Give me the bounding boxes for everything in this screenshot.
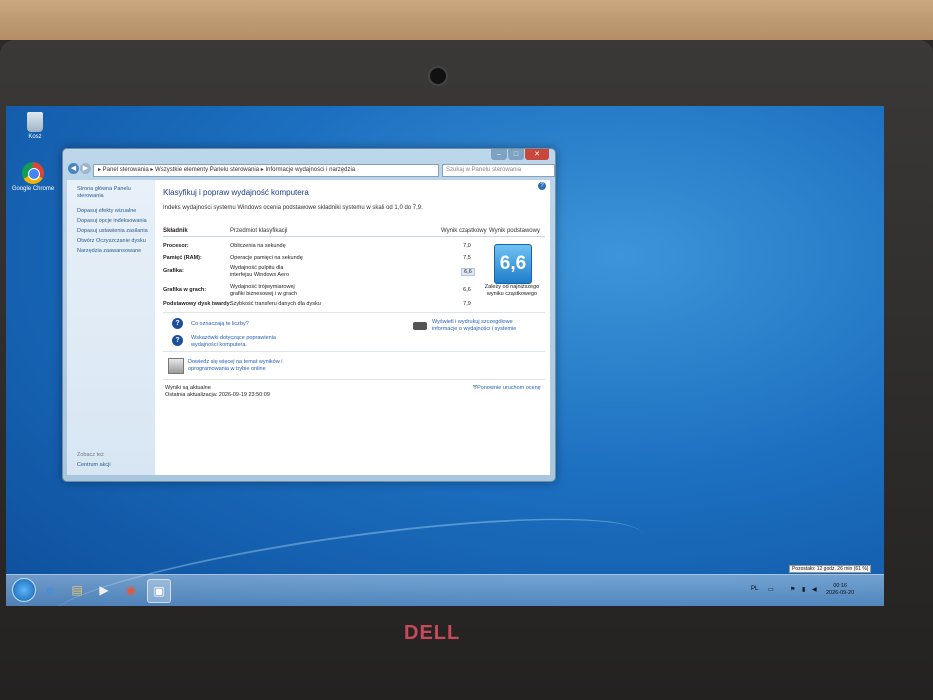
start-button[interactable]	[12, 578, 36, 602]
desktop-icon-recycle-bin[interactable]: Kosz	[10, 112, 60, 140]
sidebar-item-power[interactable]: Dopasuj ustawienia zasilania	[77, 228, 155, 235]
desktop-icon-label: Kosz	[28, 134, 42, 140]
webcam	[428, 66, 448, 86]
back-arrow-icon[interactable]: ◀	[68, 163, 79, 174]
link-what-numbers[interactable]: Co oznaczają te liczby?	[191, 321, 249, 328]
internet-explorer-icon[interactable]: e	[39, 579, 61, 601]
keyboard-icon[interactable]: ▭	[768, 586, 774, 593]
media-player-icon[interactable]: ▶	[93, 579, 115, 601]
address-bar[interactable]: ▸ Panel sterowania ▸ Wszystkie elementy …	[93, 164, 439, 177]
battery-icon[interactable]: ▮	[802, 586, 805, 593]
row-memory-label: Pamięć (RAM):	[163, 255, 202, 261]
sidebar-item-visual-effects[interactable]: Dopasuj efekty wizualne	[77, 208, 155, 215]
divider	[163, 351, 545, 352]
sidebar-item-disk-cleanup[interactable]: Otwórz Oczyszczanie dysku	[77, 238, 155, 245]
help-icon[interactable]: ?	[538, 182, 546, 190]
page-title: Klasyfikuj i popraw wydajność komputera	[163, 188, 309, 197]
clock-date: 2026-09-20	[826, 590, 855, 596]
column-header-subscore: Wynik cząstkowy	[441, 228, 487, 234]
desktop-icon-label: Google Chrome	[11, 186, 55, 192]
header-divider	[163, 236, 545, 237]
chrome-taskbar-icon[interactable]: ◉	[120, 579, 142, 601]
base-score-badge: 6,6	[494, 244, 532, 284]
sidebar-item-action-center[interactable]: Centrum akcji	[77, 462, 155, 469]
status-last-update: Ostatnia aktualizacja: 2026-09-19 23:50:…	[165, 392, 270, 398]
link-learn-more[interactable]: Dowiedz się więcej na temat wyników i op…	[188, 359, 298, 372]
column-header-component: Składnik	[163, 228, 188, 234]
row-memory-rated: Operacje pamięci na sekundę	[230, 255, 303, 261]
minimize-button[interactable]: –	[491, 149, 507, 160]
row-graphics-rated: Wydajność pulpitu dla interfejsu Windows…	[230, 265, 289, 278]
column-header-basescore: Wynik podstawowy	[489, 228, 540, 234]
desktop: Kosz Google Chrome – □ ✕ ◀ ▶ ▸ Panel ste…	[6, 106, 884, 606]
row-processor-label: Procesor:	[163, 243, 189, 249]
row-graphics-score: 6,6	[461, 268, 475, 276]
printer-icon	[413, 322, 427, 330]
row-memory-score: 7,5	[463, 255, 471, 261]
sidebar-item-indexing[interactable]: Dopasuj opcje indeksowania	[77, 218, 155, 225]
window-controls: – □ ✕	[491, 149, 549, 160]
column-header-rated: Przedmiot klasyfikacji	[230, 228, 288, 234]
base-score-caption: Zależy od najniższego wyniku cząstkowego	[484, 284, 540, 297]
divider	[163, 379, 545, 380]
page-description: Indeks wydajności systemu Windows ocenia…	[163, 205, 423, 211]
desktop-icon-chrome[interactable]: Google Chrome	[8, 162, 58, 192]
software-box-icon	[168, 358, 184, 374]
maximize-button[interactable]: □	[508, 149, 524, 160]
main-content: ? Klasyfikuj i popraw wydajność komputer…	[155, 180, 550, 475]
question-icon: ?	[172, 335, 183, 346]
explorer-folder-icon[interactable]: ▤	[66, 579, 88, 601]
dell-logo: DELL	[404, 622, 461, 644]
row-gaming-score: 6,6	[463, 287, 471, 293]
recycle-bin-icon	[27, 112, 43, 132]
status-current: Wyniki są aktualne	[165, 385, 211, 391]
performance-window: – □ ✕ ◀ ▶ ▸ Panel sterowania ▸ Wszystkie…	[62, 148, 556, 482]
wall-background	[0, 0, 933, 40]
row-disk-rated: Szybkość transferu danych dla dysku	[230, 301, 321, 307]
battery-tooltip: Pozostało: 12 godz. 26 min (61 %)	[789, 565, 872, 573]
sidebar-item-advanced-tools[interactable]: Narzędzia zaawansowane	[77, 248, 155, 255]
forward-arrow-icon[interactable]: ▶	[80, 163, 91, 174]
clock-time: 00:16	[833, 583, 847, 589]
flag-icon[interactable]: ⚑	[790, 586, 795, 593]
volume-icon[interactable]: ◀	[812, 586, 817, 593]
row-disk-label: Podstawowy dysk twardy:	[163, 301, 232, 307]
left-sidebar: Strona główna Panelu sterowania Dopasuj …	[67, 180, 155, 475]
rerun-assessment-link[interactable]: ⛨Ponownie uruchom ocenę	[473, 385, 541, 392]
chrome-icon	[22, 162, 44, 184]
row-processor-rated: Obliczenia na sekundę	[230, 243, 286, 249]
row-gaming-rated: Wydajność trójwymiarowej grafiki bizneso…	[230, 284, 297, 297]
search-input[interactable]: Szukaj w Panelu sterowania	[442, 164, 555, 177]
sidebar-item-home[interactable]: Strona główna Panelu sterowania	[77, 186, 155, 200]
taskbar: e ▤ ▶ ◉ ▣ Pozostało: 12 godz. 26 min (61…	[6, 565, 884, 606]
question-icon: ?	[172, 318, 183, 329]
control-panel-taskbar-icon[interactable]: ▣	[147, 579, 171, 603]
language-indicator[interactable]: PL	[751, 586, 758, 592]
divider	[163, 312, 545, 313]
row-processor-score: 7,0	[463, 243, 471, 249]
row-graphics-label: Grafika:	[163, 268, 184, 274]
row-gaming-label: Grafika w grach:	[163, 287, 207, 293]
see-also-heading: Zobacz też	[77, 452, 104, 458]
rerun-label: Ponownie uruchom ocenę	[477, 385, 541, 391]
link-tips[interactable]: Wskazówki dotyczące poprawienia wydajnoś…	[191, 335, 291, 348]
row-disk-score: 7,9	[463, 301, 471, 307]
link-print-details[interactable]: Wyświetl i wydrukuj szczegółowe informac…	[432, 319, 532, 332]
close-button[interactable]: ✕	[525, 149, 549, 160]
system-clock[interactable]: 00:16 2026-09-20	[826, 583, 854, 597]
